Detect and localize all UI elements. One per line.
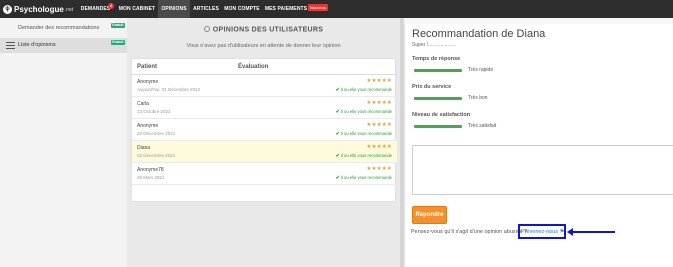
reply-button[interactable]: Répondre <box>412 206 447 224</box>
recommend-status: ✔Il ou elle vous recommande <box>336 153 392 159</box>
review-row[interactable]: Anonyme Aujourd'hui, 01 Décembre 2022 ★★… <box>132 75 397 97</box>
recommend-status: ✔Il ou elle vous recommande <box>336 131 392 137</box>
rating-stars: ★★★★★ <box>366 166 392 172</box>
nav-mes-paiements-label: MES PAIEMENTS <box>264 6 308 12</box>
nav-articles-label: ARTICLES <box>193 6 219 12</box>
nav-opinions[interactable]: OPINIONS <box>158 0 190 18</box>
criterion-label: Niveau de satisfaction <box>412 112 471 118</box>
rating-stars: ★★★★★ <box>366 122 392 128</box>
free-badge: Gratuit <box>110 40 125 45</box>
detail-title: Recommandation de Diana <box>412 28 546 40</box>
recommend-text: Il ou elle vous recommande <box>340 131 392 136</box>
criterion-value: Très bon <box>468 95 488 101</box>
list-icon <box>6 42 15 49</box>
recommend-status: ✔Il ou elle vous recommande <box>336 175 392 181</box>
check-icon: ✔ <box>335 175 340 181</box>
logo-text: Psychologue <box>14 4 64 14</box>
review-row[interactable]: Carla 13 Octobre 2022 ★★★★★ ✔Il ou elle … <box>132 97 397 119</box>
review-patient-name: Carla <box>137 101 149 107</box>
top-nav: ψ Psychologue .net DEMANDES 4 MON CABINE… <box>0 0 673 18</box>
review-patient-name: Anonyme78 <box>137 167 164 173</box>
review-date: 29 Mars 2021 <box>137 175 165 180</box>
criterion-bar <box>414 69 462 72</box>
arrow-line <box>571 231 615 233</box>
logo-suffix: .net <box>64 7 74 13</box>
opinion-icon <box>203 26 210 32</box>
abuse-question: Pensez-vous qu'il s'agit d'une opinion a… <box>411 229 528 235</box>
report-abuse-link[interactable]: Prévenez-nous ⚑ <box>521 229 564 235</box>
recommend-text: Il ou elle vous recommande <box>340 175 392 180</box>
criterion-bar <box>414 97 462 100</box>
review-row[interactable]: Anonyme78 29 Mars 2021 ★★★★★ ✔Il ou elle… <box>132 163 397 185</box>
review-date: 02 Décembre 2021 <box>137 153 176 158</box>
recommend-text: Il ou elle vous recommande <box>340 153 392 158</box>
logo[interactable]: ψ Psychologue .net <box>3 3 73 15</box>
free-badge: Gratuit <box>110 23 125 28</box>
sidebar: Demander des recommandations Gratuit Lis… <box>0 18 127 267</box>
review-patient-name: Anonyme <box>137 79 159 85</box>
nav-mon-compte-label: MON COMPTE <box>224 6 260 12</box>
rating-stars: ★★★★★ <box>366 144 392 150</box>
nav-mes-paiements[interactable]: MES PAIEMENTS <box>264 0 308 18</box>
nav-mon-cabinet-label: MON CABINET <box>118 6 156 12</box>
rating-stars: ★★★★★ <box>366 100 392 106</box>
recommend-status: ✔Il ou elle vous recommande <box>336 87 392 93</box>
nav-mon-cabinet[interactable]: MON CABINET <box>118 0 156 18</box>
detail-card: Recommandation de Diana Super !.........… <box>404 24 673 267</box>
nav-demandes-label: DEMANDES <box>80 6 111 12</box>
nav-articles[interactable]: ARTICLES <box>192 0 220 18</box>
recommend-status: ✔Il ou elle vous recommande <box>336 109 392 115</box>
review-patient-name: Anonyme <box>137 123 159 129</box>
nav-opinions-label: OPINIONS <box>161 6 187 12</box>
review-patient-name: Diana <box>137 145 151 151</box>
criterion-label: Temps de réponse <box>412 56 461 62</box>
opinions-panel: OPINIONS DES UTILISATEURS Vous n'avez pa… <box>127 18 400 267</box>
review-row-selected[interactable]: Diana 02 Décembre 2021 ★★★★★ ✔Il ou elle… <box>132 141 397 163</box>
sidebar-item-label: Demander des recommandations <box>18 25 100 31</box>
waiting-message: Vous n'avez pas d'utilisateurs en attent… <box>186 43 341 49</box>
recommend-text: Il ou elle vous recommande <box>340 109 392 114</box>
recommendation-detail: Recommandation de Diana Super !.........… <box>404 18 673 267</box>
criterion-value: Très rapide <box>468 67 494 73</box>
logo-icon: ψ <box>3 4 12 14</box>
column-header-patient: Patient <box>137 64 158 70</box>
sidebar-item-request-recommendations[interactable]: Demander des recommandations Gratuit <box>0 21 127 36</box>
recommend-text: Il ou elle vous recommande <box>340 87 392 92</box>
nav-mon-compte[interactable]: MON COMPTE <box>222 0 262 18</box>
nav-demandes[interactable]: DEMANDES 4 <box>75 0 116 18</box>
check-icon: ✔ <box>335 87 340 93</box>
criterion-label: Prix du service <box>412 84 452 90</box>
rating-stars: ★★★★★ <box>366 78 392 84</box>
reviews-table: Patient Évaluation Anonyme Aujourd'hui, … <box>131 58 397 202</box>
check-icon: ✔ <box>335 153 340 159</box>
page-title: OPINIONS DES UTILISATEURS <box>127 26 400 34</box>
review-date: 13 Octobre 2022 <box>137 109 171 114</box>
check-icon: ✔ <box>335 109 340 115</box>
review-comment: Super !.................... <box>412 42 456 48</box>
criterion-bar <box>414 125 462 128</box>
nav-new-badge: Nouveau <box>308 4 329 11</box>
check-icon: ✔ <box>335 131 340 137</box>
nav-demandes-count: 4 <box>108 3 114 9</box>
review-date: Aujourd'hui, 01 Décembre 2022 <box>137 87 201 92</box>
sidebar-item-label: Liste d'opinions <box>18 42 56 48</box>
criterion-value: Très satisfait <box>468 123 497 129</box>
page-title-text: OPINIONS DES UTILISATEURS <box>212 26 324 34</box>
review-row[interactable]: Anonyme 22 Décembre 2021 ★★★★★ ✔Il ou el… <box>132 119 397 141</box>
review-date: 22 Décembre 2021 <box>137 131 176 136</box>
sidebar-item-opinions-list[interactable]: Liste d'opinions Gratuit <box>0 38 127 53</box>
reply-textarea[interactable] <box>412 145 673 195</box>
column-header-evaluation: Évaluation <box>238 64 269 70</box>
